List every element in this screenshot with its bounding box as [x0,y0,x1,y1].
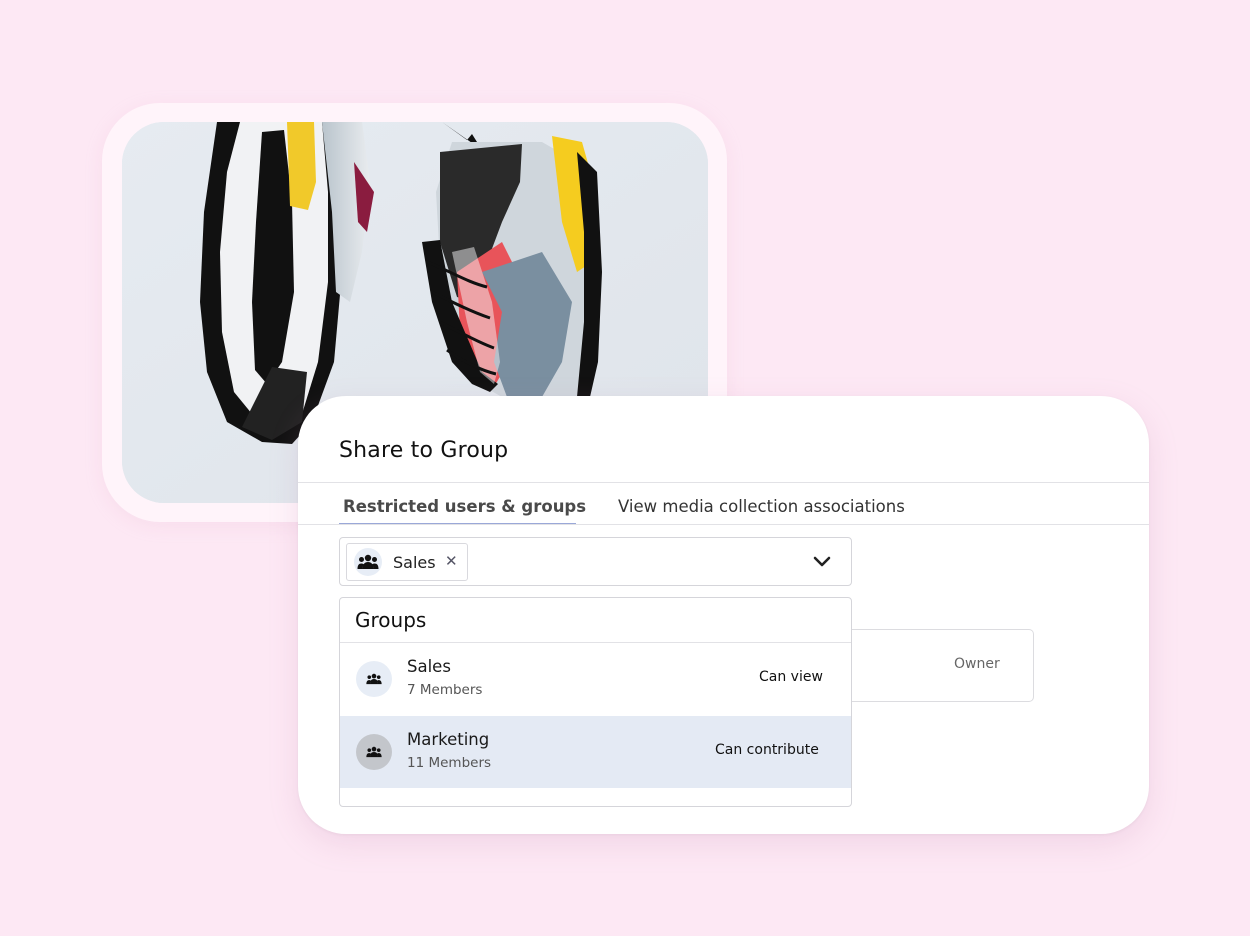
group-icon [356,734,392,770]
permission-label[interactable]: Can contribute [715,742,819,758]
share-to-group-dialog: Share to Group Restricted users & groups… [298,396,1149,834]
group-select-field[interactable]: Sales ✕ [339,537,852,586]
title-divider [298,482,1149,483]
selected-group-chip: Sales ✕ [346,543,468,581]
owner-label: Owner [954,656,1000,672]
group-icon [354,548,382,576]
chevron-down-icon[interactable] [813,553,831,572]
dialog-title: Share to Group [339,438,509,463]
owner-row: Owner [850,629,1034,702]
dropdown-item-sales[interactable]: Sales 7 Members Can view [340,643,851,715]
group-name: Marketing [407,730,490,749]
group-icon [356,661,392,697]
tab-restricted-users-groups[interactable]: Restricted users & groups [343,497,586,516]
groups-dropdown: Groups Sales 7 Members Can view Marketin… [339,597,852,807]
group-member-count: 11 Members [407,755,492,771]
selected-group-chip-label: Sales [393,553,436,572]
tab-view-media-collection-associations[interactable]: View media collection associations [618,497,905,516]
tabs-divider [298,524,1149,525]
group-member-count: 7 Members [407,682,483,698]
permission-label[interactable]: Can view [759,669,823,685]
group-name: Sales [407,657,451,676]
dropdown-item-marketing[interactable]: Marketing 11 Members Can contribute [340,716,851,788]
remove-chip-icon[interactable]: ✕ [445,552,458,570]
dropdown-header: Groups [355,608,427,632]
